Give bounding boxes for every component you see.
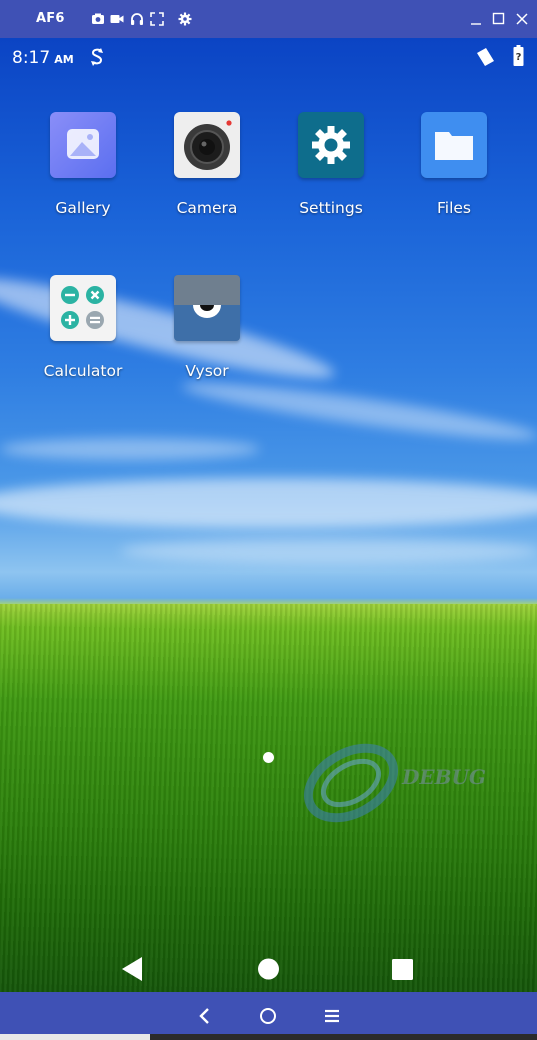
vysor-back-icon[interactable] <box>194 1005 216 1027</box>
android-back-icon[interactable] <box>120 956 146 982</box>
app-label: Files <box>436 199 471 217</box>
app-label: Settings <box>299 199 363 217</box>
screenshot-camera-icon[interactable] <box>91 12 105 26</box>
page-indicator <box>263 752 274 763</box>
gear-icon <box>298 112 364 178</box>
cloud <box>0 478 537 528</box>
camera-icon <box>174 112 240 178</box>
cloud <box>0 438 260 460</box>
vysor-nav-bar <box>0 992 537 1040</box>
app-label: Vysor <box>185 362 229 380</box>
minimize-icon[interactable] <box>469 11 485 27</box>
android-recents-icon[interactable] <box>392 956 414 982</box>
app-camera[interactable]: Camera <box>157 112 257 217</box>
app-vysor[interactable]: Vysor <box>157 275 257 380</box>
app-label: Camera <box>176 199 238 217</box>
fullscreen-icon[interactable] <box>150 12 164 26</box>
app-settings[interactable]: Settings <box>281 112 381 217</box>
svg-text:?: ? <box>516 52 522 63</box>
app-label: Gallery <box>55 199 111 217</box>
folder-icon <box>421 112 487 178</box>
taskbar-strip <box>0 1034 537 1040</box>
clock-ampm: AM <box>54 53 74 66</box>
android-home-icon[interactable] <box>257 956 280 982</box>
clock: 8:17 AM <box>12 48 74 68</box>
watermark-text: DEBUG <box>402 765 487 789</box>
status-bar: 8:17 AM ? <box>0 38 537 76</box>
app-files[interactable]: Files <box>404 112 504 217</box>
app-gallery[interactable]: Gallery <box>33 112 133 217</box>
watermark-logo: DEBUG <box>296 733 537 833</box>
battery-icon: ? <box>513 45 524 66</box>
settings-icon[interactable] <box>178 12 192 26</box>
clock-time: 8:17 <box>12 48 51 68</box>
calculator-icon <box>50 275 116 341</box>
taskbar-segment <box>0 1034 150 1040</box>
cloud <box>179 373 537 449</box>
gallery-icon <box>50 112 116 178</box>
record-video-icon[interactable] <box>110 12 124 26</box>
app-calculator[interactable]: Calculator <box>33 275 133 380</box>
window-title: AF6 <box>36 11 65 26</box>
maximize-icon[interactable] <box>491 11 507 27</box>
sync-icon <box>91 48 103 66</box>
close-icon[interactable] <box>514 11 530 27</box>
signal-icon <box>477 48 494 66</box>
window-titlebar: AF6 <box>0 0 537 38</box>
vysor-menu-icon[interactable] <box>321 1005 343 1027</box>
cloud <box>120 538 537 564</box>
vysor-icon <box>174 275 240 341</box>
device-screen[interactable]: 8:17AM ? Gallery Camera Settings Files <box>0 38 537 992</box>
app-label: Calculator <box>43 362 123 380</box>
vysor-home-icon[interactable] <box>257 1005 279 1027</box>
headphones-icon[interactable] <box>130 12 144 26</box>
